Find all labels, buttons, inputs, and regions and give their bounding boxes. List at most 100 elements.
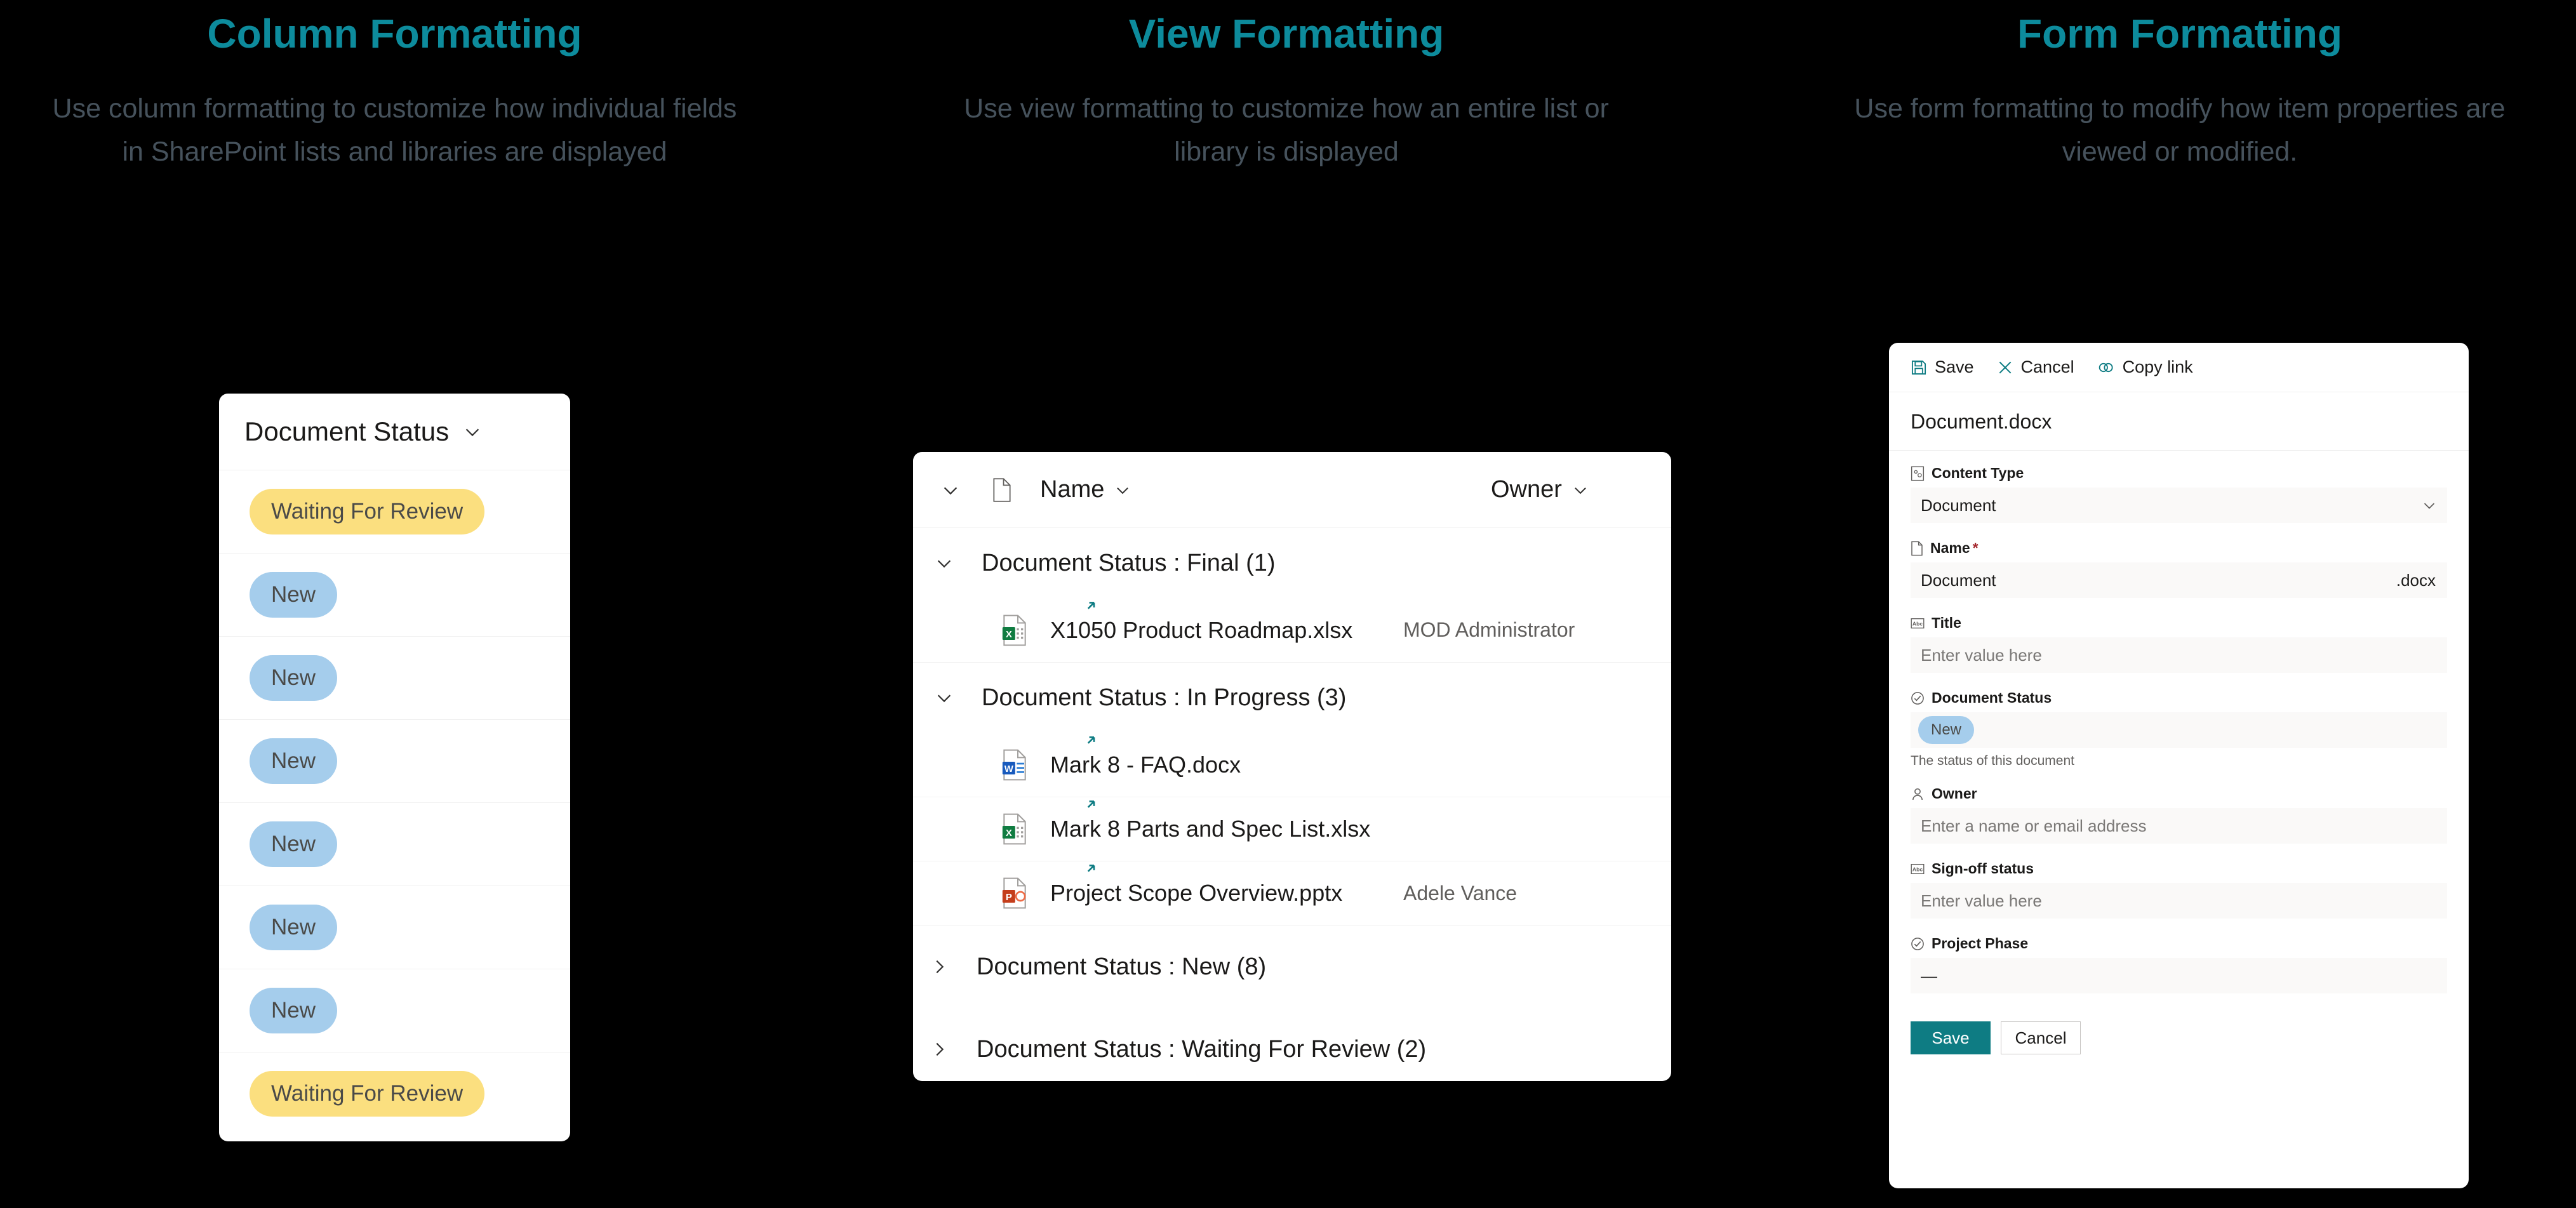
table-row[interactable]: New: [219, 719, 570, 802]
svg-text:P: P: [1006, 892, 1012, 903]
status-badge: New: [1918, 716, 1975, 744]
table-row[interactable]: New: [219, 553, 570, 636]
owner-input[interactable]: Enter a name or email address: [1911, 808, 2447, 844]
chevron-down-icon[interactable]: [463, 422, 482, 441]
svg-text:X: X: [1006, 828, 1012, 839]
save-command-label: Save: [1935, 357, 1974, 376]
name-value: Document: [1921, 570, 1996, 590]
cancel-command[interactable]: Cancel: [1997, 357, 2074, 377]
field-owner: Owner Enter a name or email address: [1911, 785, 2447, 844]
save-command[interactable]: Save: [1911, 357, 1974, 377]
status-badge: New: [250, 988, 338, 1033]
chevron-down-icon[interactable]: [2422, 498, 2437, 513]
group-header-waiting-for-review[interactable]: Document Status : Waiting For Review (2): [913, 1008, 1671, 1081]
sign-off-status-input[interactable]: Enter value here: [1911, 883, 2447, 919]
shortcut-icon: [1086, 598, 1102, 614]
title-input[interactable]: Enter value here: [1911, 637, 2447, 673]
group-header-label: Document Status : Final (1): [982, 549, 1276, 576]
document-status-control[interactable]: New: [1911, 712, 2447, 748]
content-type-select[interactable]: Document: [1911, 488, 2447, 523]
group-header-new[interactable]: Document Status : New (8): [913, 926, 1671, 1008]
list-item-name[interactable]: Project Scope Overview.pptx: [1050, 865, 1342, 906]
copy-link-command[interactable]: Copy link: [2097, 357, 2193, 377]
field-sign-off-status: Abc Sign-off status Enter value here: [1911, 860, 2447, 919]
field-label: Abc Title: [1911, 614, 2447, 632]
person-icon: [1911, 787, 1925, 801]
shortcut-icon: [1086, 861, 1102, 877]
group-header-label: Document Status : Waiting For Review (2): [977, 1035, 1427, 1063]
cancel-icon: [1997, 359, 2013, 376]
column-header-owner[interactable]: Owner: [1491, 476, 1589, 503]
field-label-text: Content Type: [1932, 465, 2024, 481]
copy-link-command-label: Copy link: [2122, 357, 2193, 376]
list-item-name[interactable]: X1050 Product Roadmap.xlsx: [1050, 601, 1352, 644]
content-type-icon: [1911, 466, 1925, 481]
list-item-owner: MOD Administrator: [1403, 618, 1575, 641]
file-icon: [1911, 541, 1923, 556]
status-badge: New: [250, 905, 338, 950]
text-icon: Abc: [1911, 617, 1925, 630]
sign-off-status-placeholder: Enter value here: [1921, 891, 2042, 910]
save-button[interactable]: Save: [1911, 1021, 1991, 1054]
table-row[interactable]: New: [219, 886, 570, 969]
field-label: Abc Sign-off status: [1911, 860, 2447, 877]
list-header-row: Name Owner: [913, 452, 1671, 528]
list-item-name[interactable]: Mark 8 Parts and Spec List.xlsx: [1050, 800, 1370, 842]
field-label: Content Type: [1911, 465, 2447, 482]
excel-file-icon: X: [1001, 813, 1040, 845]
choice-icon: [1911, 691, 1925, 705]
section-description: Use view formatting to customize how an …: [964, 93, 1609, 168]
chevron-down-icon[interactable]: [941, 481, 992, 500]
content-type-value: Document: [1921, 495, 1996, 515]
field-label-text: Owner: [1932, 785, 1977, 802]
chevron-right-icon[interactable]: [930, 1040, 977, 1059]
chevron-down-icon[interactable]: [1572, 482, 1589, 498]
required-asterisk: *: [1972, 540, 1979, 556]
cancel-button[interactable]: Cancel: [2001, 1021, 2081, 1054]
field-project-phase: Project Phase —: [1911, 935, 2447, 993]
status-badge: New: [250, 821, 338, 867]
group-header-final[interactable]: Document Status : Final (1): [913, 528, 1671, 598]
name-input[interactable]: Document .docx: [1911, 562, 2447, 598]
project-phase-control[interactable]: —: [1911, 958, 2447, 993]
powerpoint-file-icon: P: [1001, 877, 1040, 909]
slide-canvas: Column Formatting Use column formatting …: [0, 0, 2576, 1208]
list-item[interactable]: P Project Scope Overview.pptx Adele Vanc…: [913, 861, 1671, 925]
excel-file-icon: X: [1001, 614, 1040, 646]
column-header-owner-label: Owner: [1491, 476, 1562, 503]
page-title: View Formatting: [1128, 11, 1445, 56]
column-header-label: Document Status: [244, 416, 450, 446]
field-label-text: Project Phase: [1932, 935, 2029, 952]
chevron-down-icon[interactable]: [935, 554, 982, 573]
table-row[interactable]: New: [219, 636, 570, 719]
table-row[interactable]: Waiting For Review: [219, 1052, 570, 1135]
chevron-down-icon[interactable]: [1114, 482, 1131, 498]
field-label-text: Sign-off status: [1932, 860, 2034, 877]
section-description: Use form formatting to modify how item p…: [1854, 93, 2506, 168]
chevron-right-icon[interactable]: [930, 957, 977, 976]
chevron-down-icon[interactable]: [935, 688, 982, 707]
field-label: Owner: [1911, 785, 2447, 802]
svg-text:W: W: [1004, 763, 1014, 774]
list-item[interactable]: X X1050 Product Roadmap.xlsx MOD Adminis…: [913, 598, 1671, 662]
status-badge: New: [250, 738, 338, 784]
status-badge: New: [250, 572, 338, 618]
field-label: Document Status: [1911, 689, 2447, 707]
status-badge: New: [250, 655, 338, 701]
list-item-name[interactable]: Mark 8 - FAQ.docx: [1050, 736, 1241, 778]
form-command-bar: Save Cancel Copy link: [1889, 343, 2469, 392]
group-header-in-progress[interactable]: Document Status : In Progress (3): [913, 663, 1671, 733]
shortcut-icon: [1086, 797, 1102, 813]
name-extension: .docx: [2396, 570, 2436, 590]
form-fields: Content Type Document Name * Document .d…: [1889, 451, 2469, 993]
column-header[interactable]: Document Status: [219, 394, 570, 470]
list-item[interactable]: W Mark 8 - FAQ.docx: [913, 733, 1671, 797]
table-row[interactable]: New: [219, 969, 570, 1052]
table-row[interactable]: New: [219, 802, 570, 886]
field-title: Abc Title Enter value here: [1911, 614, 2447, 673]
column-header-name[interactable]: Name: [1040, 476, 1131, 503]
list-item[interactable]: X Mark 8 Parts and Spec List.xlsx: [913, 797, 1671, 861]
field-label: Project Phase: [1911, 935, 2447, 952]
table-row[interactable]: Waiting For Review: [219, 470, 570, 553]
column-formatting-card: Document Status Waiting For Review New N…: [219, 394, 570, 1141]
